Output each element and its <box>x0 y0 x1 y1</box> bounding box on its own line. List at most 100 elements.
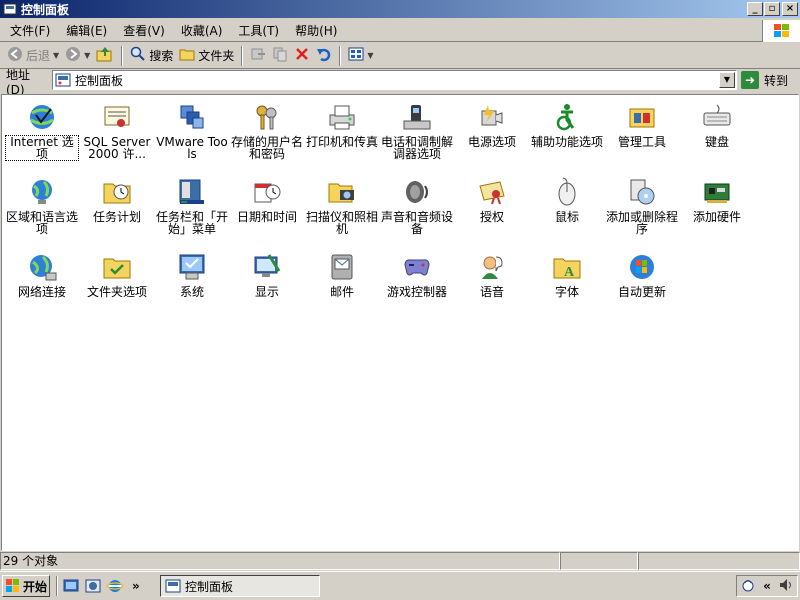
folders-button[interactable]: 文件夹 <box>176 45 237 67</box>
control-panel-item[interactable]: 自动更新 <box>604 250 680 298</box>
search-button[interactable]: 搜索 <box>127 45 176 67</box>
scanner-camera-icon <box>325 175 359 209</box>
control-panel-item-label: 授权 <box>479 210 504 224</box>
admin-tools-icon <box>625 100 659 134</box>
console-icon[interactable] <box>84 577 102 595</box>
control-panel-item[interactable]: 添加硬件 <box>679 175 755 223</box>
control-panel-item[interactable]: 管理工具 <box>604 100 680 148</box>
delete-x-icon <box>294 46 310 65</box>
control-panel-item-label: 电话和调制解调器选项 <box>381 135 454 161</box>
delete-button[interactable] <box>291 45 313 67</box>
show-desktop-icon[interactable] <box>62 577 80 595</box>
forward-button[interactable]: ▼ <box>62 45 93 67</box>
control-panel-item[interactable]: 日期和时间 <box>229 175 305 223</box>
folder-options-icon <box>100 250 134 284</box>
control-panel-item[interactable]: 键盘 <box>679 100 755 148</box>
control-panel-item[interactable]: 授权 <box>454 175 530 223</box>
control-panel-item[interactable]: 文件夹选项 <box>79 250 155 298</box>
control-panel-item[interactable]: 电源选项 <box>454 100 530 148</box>
undo-button[interactable] <box>313 45 335 67</box>
control-panel-item[interactable]: 添加或删除程序 <box>604 175 680 235</box>
tray-expand-icon[interactable]: « <box>763 579 771 593</box>
menu-tools[interactable]: 工具(T) <box>230 20 287 42</box>
control-panel-item[interactable]: 任务计划 <box>79 175 155 223</box>
windows-logo-icon <box>762 20 800 42</box>
control-panel-item-label: 邮件 <box>329 285 354 299</box>
control-panel-item[interactable]: 扫描仪和照相机 <box>304 175 380 235</box>
go-button[interactable]: ➜ 转到 <box>741 70 788 90</box>
control-panel-item-label: 显示 <box>254 285 279 299</box>
menu-help[interactable]: 帮助(H) <box>287 20 345 42</box>
back-arrow-icon <box>7 46 23 65</box>
control-panel-item[interactable]: 邮件 <box>304 250 380 298</box>
control-panel-item[interactable]: Internet 选项 <box>4 100 80 161</box>
control-panel-item-label: 任务计划 <box>92 210 141 224</box>
control-panel-item[interactable]: 区域和语言选项 <box>4 175 80 235</box>
control-panel-item[interactable]: 鼠标 <box>529 175 605 223</box>
fonts-icon: A <box>550 250 584 284</box>
control-panel-item-label: 自动更新 <box>617 285 666 299</box>
control-panel-item-label: 管理工具 <box>617 135 666 149</box>
display-icon <box>250 250 284 284</box>
views-button[interactable]: ▼ <box>345 45 376 67</box>
mail-icon <box>325 250 359 284</box>
network-connections-icon <box>25 250 59 284</box>
licensing-icon <box>475 175 509 209</box>
control-panel-item-label: 鼠标 <box>554 210 579 224</box>
control-panel-item[interactable]: 系统 <box>154 250 230 298</box>
move-to-button[interactable] <box>247 45 269 67</box>
control-panel-item[interactable]: VMware Tools <box>154 100 230 160</box>
minimize-button[interactable]: _ <box>747 2 763 16</box>
control-panel-icon <box>3 2 17 16</box>
taskbar-button-control-panel[interactable]: 控制面板 <box>160 575 320 597</box>
volume-icon[interactable] <box>778 577 794 596</box>
control-panel-item[interactable]: SQL Server 2000 许... <box>79 100 155 160</box>
address-input[interactable]: 控制面板 ▼ <box>52 70 737 90</box>
control-panel-item[interactable]: 语音 <box>454 250 530 298</box>
close-button[interactable]: × <box>782 2 798 16</box>
menu-edit[interactable]: 编辑(E) <box>58 20 115 42</box>
control-panel-item-label: 语音 <box>479 285 504 299</box>
control-panel-item[interactable]: A 字体 <box>529 250 605 298</box>
address-dropdown-button[interactable]: ▼ <box>719 72 735 88</box>
status-zone <box>638 552 800 570</box>
control-panel-item[interactable]: 游戏控制器 <box>379 250 455 298</box>
control-panel-item[interactable]: 存储的用户名和密码 <box>229 100 305 160</box>
control-panel-item-label: 声音和音频设备 <box>381 210 454 236</box>
up-folder-button[interactable] <box>93 45 117 67</box>
taskbar: 开始 » 控制面板 « <box>0 571 800 600</box>
control-panel-item[interactable]: 显示 <box>229 250 305 298</box>
control-panel-item[interactable]: 电话和调制解调器选项 <box>379 100 455 160</box>
control-panel-item-label: 存储的用户名和密码 <box>231 135 304 161</box>
control-panel-item[interactable]: 声音和音频设备 <box>379 175 455 235</box>
keyboard-icon <box>700 100 734 134</box>
internet-explorer-icon[interactable] <box>106 577 124 595</box>
start-button[interactable]: 开始 <box>2 575 50 597</box>
up-folder-icon <box>96 45 114 66</box>
title-bar[interactable]: 控制面板 _ ▫ × <box>0 0 800 18</box>
control-panel-item-label: 辅助功能选项 <box>531 135 604 149</box>
search-icon <box>130 46 146 65</box>
menu-file[interactable]: 文件(F) <box>0 20 58 42</box>
control-panel-item[interactable]: 打印机和传真 <box>304 100 380 148</box>
maximize-button[interactable]: ▫ <box>764 2 780 16</box>
mouse-icon <box>550 175 584 209</box>
folder-icon <box>179 46 195 65</box>
control-panel-item-label: SQL Server 2000 许... <box>83 135 151 161</box>
menu-favorites[interactable]: 收藏(A) <box>173 20 231 42</box>
scheduled-tasks-icon <box>100 175 134 209</box>
copy-to-button[interactable] <box>269 45 291 67</box>
tray-input-icon[interactable] <box>740 577 756 596</box>
control-panel-item[interactable]: 辅助功能选项 <box>529 100 605 148</box>
status-object-count: 29 个对象 <box>0 552 560 570</box>
control-panel-item-label: Internet 选项 <box>5 135 79 161</box>
quick-launch-overflow[interactable]: » <box>132 579 140 593</box>
speech-icon <box>475 250 509 284</box>
control-panel-item[interactable]: 网络连接 <box>4 250 80 298</box>
control-panel-item[interactable]: 任务栏和「开始」菜单 <box>154 175 230 235</box>
control-panel-item-label: VMware Tools <box>156 135 228 161</box>
sql-server-icon <box>100 100 134 134</box>
copy-to-icon <box>272 46 288 65</box>
back-button[interactable]: 后退 ▼ <box>4 45 62 67</box>
menu-view[interactable]: 查看(V) <box>115 20 173 42</box>
